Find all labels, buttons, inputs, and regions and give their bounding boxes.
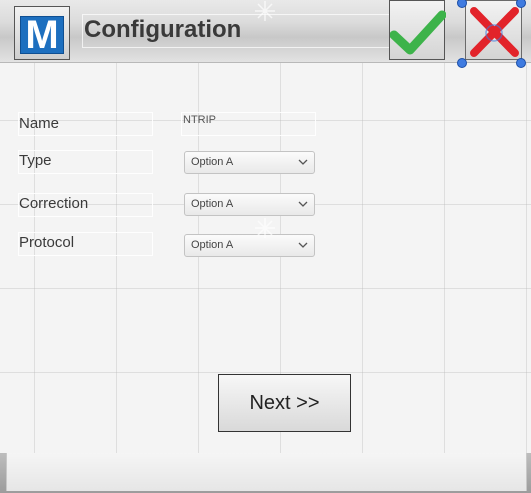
type-select[interactable]: Option A	[184, 151, 315, 174]
page-title: Configuration	[84, 16, 242, 43]
logo-letter: M	[20, 15, 64, 55]
accept-button[interactable]	[389, 0, 446, 60]
anchor-marker-icon	[255, 218, 275, 238]
correction-select[interactable]: Option A	[184, 193, 315, 216]
type-select-value: Option A	[191, 156, 234, 168]
chevron-down-icon	[298, 201, 308, 207]
chevron-down-icon	[298, 159, 308, 165]
name-value[interactable]: NTRIP	[183, 114, 216, 126]
next-button[interactable]: Next >>	[218, 374, 351, 432]
close-x-icon	[470, 7, 519, 57]
correction-label: Correction	[19, 195, 89, 212]
selection-handle-bottom-right[interactable]	[516, 58, 526, 68]
cancel-button[interactable]	[465, 0, 522, 60]
protocol-select[interactable]: Option A	[184, 234, 315, 257]
chevron-down-icon	[298, 242, 308, 248]
bottom-panel-inner	[6, 453, 527, 491]
protocol-select-value: Option A	[191, 239, 234, 251]
type-label: Type	[19, 152, 52, 169]
protocol-label: Protocol	[19, 234, 75, 251]
selection-handle-bottom-left[interactable]	[457, 58, 467, 68]
app-logo: M	[14, 6, 70, 60]
correction-select-value: Option A	[191, 198, 234, 210]
checkmark-icon	[390, 10, 446, 55]
bottom-panel	[0, 453, 531, 493]
anchor-marker-icon	[255, 1, 275, 21]
name-label: Name	[19, 115, 60, 132]
dialog-canvas: M Configuration Name NTRIP Type Option A…	[0, 0, 531, 453]
